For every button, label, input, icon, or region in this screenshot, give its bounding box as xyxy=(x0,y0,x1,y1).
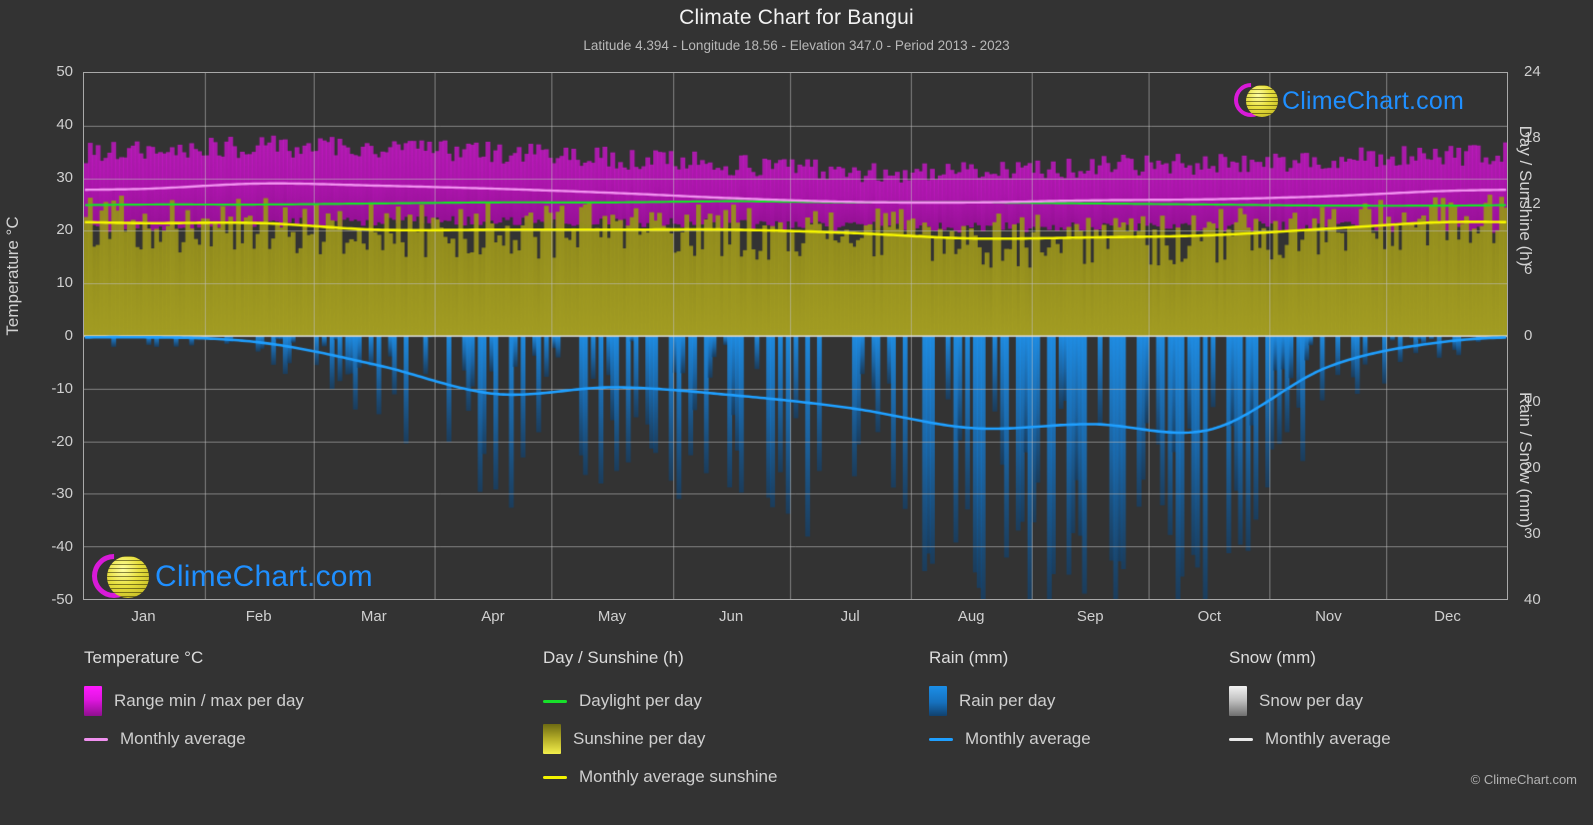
chart-subtitle: Latitude 4.394 - Longitude 18.56 - Eleva… xyxy=(583,38,1010,53)
x-axis-month-tick: Jul xyxy=(840,608,860,625)
snow-average-line-icon xyxy=(1229,737,1253,741)
climechart-globe-icon xyxy=(82,544,150,608)
sunshine-range-swatch-icon xyxy=(543,724,561,754)
y-axis-left-tick: 20 xyxy=(56,221,73,239)
legend-heading-snow: Snow (mm) xyxy=(1229,648,1316,667)
y-axis-left-tick: -50 xyxy=(51,591,73,608)
copyright-notice: © ClimeChart.com xyxy=(1470,772,1577,787)
y-axis-left-tick: -10 xyxy=(51,379,73,397)
x-axis-month-tick: May xyxy=(597,608,627,625)
x-axis-month-tick: Jun xyxy=(718,608,744,625)
climechart-globe-icon xyxy=(1226,75,1278,125)
rain-range-swatch-icon xyxy=(929,686,947,716)
y-axis-left-tick: 0 xyxy=(64,327,73,344)
climechart-logo-top: ClimeChart.com xyxy=(1226,75,1464,125)
x-axis-month-tick: Nov xyxy=(1315,608,1342,625)
legend-column-snow: Snow (mm) Snow per day Monthly average xyxy=(1229,648,1391,758)
y-axis-right-day-tick: 6 xyxy=(1524,261,1533,278)
legend-column-rain: Rain (mm) Rain per day Monthly average xyxy=(929,648,1091,758)
y-axis-right-rain-tick: 10 xyxy=(1524,393,1541,410)
legend-label-daylight: Daylight per day xyxy=(579,691,702,710)
y-axis-right-rain-tick: 20 xyxy=(1524,459,1541,476)
legend-column-day-sunshine: Day / Sunshine (h) Daylight per day Suns… xyxy=(543,648,777,796)
y-axis-left-tick: -20 xyxy=(51,432,73,450)
legend-item-temp-average: Monthly average xyxy=(84,720,304,758)
snow-range-swatch-icon xyxy=(1229,686,1247,716)
y-axis-right-day-tick: 12 xyxy=(1524,195,1541,212)
sunshine-average-line-icon xyxy=(543,775,567,779)
legend-heading-day-sunshine: Day / Sunshine (h) xyxy=(543,648,684,667)
y-axis-left-tick: -30 xyxy=(51,485,73,503)
page-title: Climate Chart for Bangui xyxy=(679,6,914,29)
legend-item-sunshine: Sunshine per day xyxy=(543,720,777,758)
climate-plot-area xyxy=(83,72,1508,600)
climechart-wordmark: ClimeChart.com xyxy=(155,560,373,593)
legend-item-sunshine-average: Monthly average sunshine xyxy=(543,758,777,796)
legend-item-rain-per-day: Rain per day xyxy=(929,682,1091,720)
y-axis-right-rain-tick: 40 xyxy=(1524,591,1541,608)
x-axis-month-tick: Aug xyxy=(957,608,985,625)
x-axis-month-tick: Mar xyxy=(360,608,387,625)
x-axis-month-tick: Feb xyxy=(245,608,272,625)
legend-label-snow-average: Monthly average xyxy=(1265,729,1391,748)
legend-item-snow-average: Monthly average xyxy=(1229,720,1391,758)
legend-item-daylight: Daylight per day xyxy=(543,682,777,720)
x-axis-month-tick: Apr xyxy=(481,608,505,625)
legend-label-temp-average: Monthly average xyxy=(120,729,246,748)
y-axis-right-day-tick: 18 xyxy=(1524,129,1541,146)
legend-label-temp-range: Range min / max per day xyxy=(114,691,304,710)
y-axis-right-day-tick: 0 xyxy=(1524,327,1533,344)
x-axis-month-tick: Dec xyxy=(1434,608,1461,625)
legend-heading-temperature: Temperature °C xyxy=(84,648,204,667)
chart-header: Climate Chart for Bangui Latitude 4.394 … xyxy=(0,6,1593,53)
climechart-wordmark: ClimeChart.com xyxy=(1282,86,1464,115)
plot-canvas xyxy=(84,73,1507,599)
y-axis-left-tick: 30 xyxy=(56,168,73,186)
climechart-logo-bottom: ClimeChart.com xyxy=(82,544,373,608)
legend-label-rain-per-day: Rain per day xyxy=(959,691,1056,710)
x-axis-month-tick: Jan xyxy=(131,608,156,625)
temp-average-line-icon xyxy=(84,737,108,741)
temp-range-swatch-icon xyxy=(84,686,102,716)
y-axis-right-day-tick: 24 xyxy=(1524,63,1541,80)
y-axis-left-tick: 50 xyxy=(56,63,73,80)
daylight-line-icon xyxy=(543,699,567,703)
legend-label-rain-average: Monthly average xyxy=(965,729,1091,748)
y-axis-left-tick: 40 xyxy=(56,115,73,133)
legend-item-snow-per-day: Snow per day xyxy=(1229,682,1391,720)
legend-label-sunshine-average: Monthly average sunshine xyxy=(579,767,778,786)
legend-label-snow-per-day: Snow per day xyxy=(1259,691,1363,710)
legend-label-sunshine: Sunshine per day xyxy=(573,729,706,748)
x-axis-month-tick: Sep xyxy=(1076,608,1104,625)
legend-heading-rain: Rain (mm) xyxy=(929,648,1009,667)
legend-column-temperature: Temperature °C Range min / max per day M… xyxy=(84,648,304,758)
legend-item-rain-average: Monthly average xyxy=(929,720,1091,758)
legend-item-temp-range: Range min / max per day xyxy=(84,682,304,720)
y-axis-left-tick: -40 xyxy=(51,538,73,556)
y-axis-right-rain-tick: 30 xyxy=(1524,525,1541,542)
x-axis-month-tick: Oct xyxy=(1197,608,1221,625)
chart-legend: Temperature °C Range min / max per day M… xyxy=(0,648,1593,808)
rain-average-line-icon xyxy=(929,737,953,741)
y-axis-left-tick: 10 xyxy=(56,274,73,292)
